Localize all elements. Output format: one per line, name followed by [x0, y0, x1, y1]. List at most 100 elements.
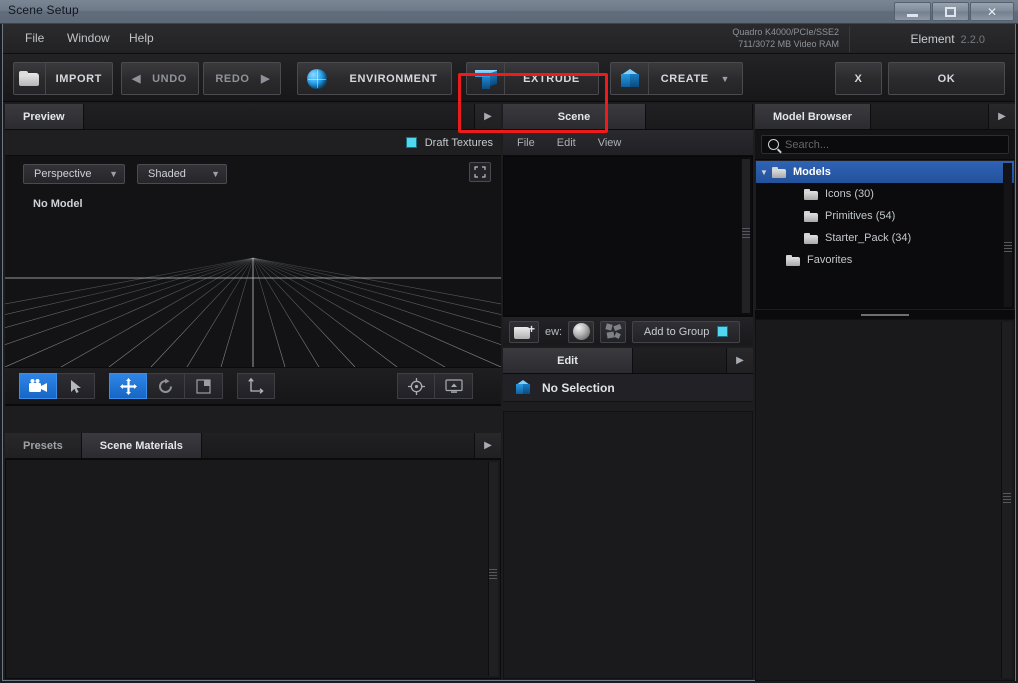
screen-tool-button[interactable] — [435, 373, 473, 399]
chevron-down-icon[interactable]: ▼ — [756, 168, 772, 177]
model-browser-scrollbar[interactable] — [1003, 163, 1012, 307]
expand-viewport-button[interactable] — [469, 162, 491, 182]
undo-button[interactable]: ◀ UNDO — [121, 62, 199, 95]
brand-version: 2.2.0 — [961, 34, 985, 46]
close-button[interactable]: ✕ — [970, 2, 1014, 21]
new-group-button[interactable] — [509, 321, 539, 343]
tab-presets[interactable]: Presets — [5, 433, 82, 458]
materials-tabbar-filler — [202, 433, 475, 458]
menu-window[interactable]: Window — [67, 31, 110, 45]
scene-tree[interactable] — [503, 156, 753, 316]
tab-scene-materials[interactable]: Scene Materials — [82, 433, 202, 458]
ok-button[interactable]: OK — [888, 62, 1005, 95]
select-tool-button[interactable] — [57, 373, 95, 399]
chevron-down-icon: ▼ — [720, 74, 742, 84]
preview-viewport[interactable]: Perspective ▼ Shaded ▼ No Model — [5, 156, 501, 368]
scene-tabbar: Scene — [503, 104, 753, 130]
tree-item-starter-pack[interactable]: Starter_Pack (34) — [756, 227, 1014, 249]
materials-scroll-grip[interactable] — [489, 569, 497, 579]
folder-icon — [14, 63, 46, 94]
preview-panel-menu-arrow[interactable]: ▶ — [475, 104, 501, 129]
cancel-button[interactable]: X — [835, 62, 882, 95]
maximize-button[interactable] — [932, 2, 969, 21]
move-tool-button[interactable] — [109, 373, 147, 399]
camera-tool-button[interactable] — [19, 373, 57, 399]
redo-label: REDO — [204, 73, 261, 85]
viewport-status-label: No Model — [33, 198, 83, 210]
brand-name: Element — [911, 32, 955, 46]
projection-value: Perspective — [34, 168, 91, 180]
model-browser-scroll-grip[interactable] — [1004, 242, 1012, 252]
folder-plus-icon — [514, 325, 534, 339]
tree-item-favorites[interactable]: Favorites — [756, 249, 1014, 271]
model-browser-thumbnails[interactable] — [755, 319, 1015, 681]
draft-textures-checkbox[interactable] — [406, 137, 417, 148]
menu-help[interactable]: Help — [129, 31, 154, 45]
redo-button[interactable]: REDO ▶ — [203, 62, 281, 95]
tree-item-models[interactable]: ▼ Models — [756, 161, 1014, 183]
tab-edit[interactable]: Edit — [503, 348, 633, 373]
search-input[interactable]: Search... — [761, 135, 1009, 154]
expand-icon — [474, 166, 486, 178]
folder-icon — [772, 167, 786, 178]
tree-item-primitives[interactable]: Primitives (54) — [756, 205, 1014, 227]
scene-menu-view[interactable]: View — [598, 137, 622, 149]
rotate-tool-button[interactable] — [147, 373, 185, 399]
arrow-left-icon: ◀ — [122, 72, 141, 85]
model-browser-tree[interactable]: ▼ Models Icons (30) Primitives (54) Star… — [755, 160, 1015, 310]
thumbnails-scroll-grip[interactable] — [1003, 493, 1011, 503]
minimize-button[interactable] — [894, 2, 931, 21]
viewport-view-group — [397, 373, 473, 399]
edit-selection-label: No Selection — [542, 381, 615, 395]
model-browser-splitter[interactable] — [755, 310, 1015, 319]
add-to-group-button[interactable]: Add to Group — [632, 321, 740, 343]
cube-icon — [515, 379, 532, 396]
monitor-icon — [445, 379, 463, 394]
gpu-vram: 711/3072 MB Video RAM — [732, 38, 839, 50]
tree-item-label: Starter_Pack (34) — [825, 232, 911, 244]
splitter-grip — [861, 314, 909, 316]
tab-preview[interactable]: Preview — [5, 104, 84, 129]
scale-tool-button[interactable] — [185, 373, 223, 399]
chevron-down-icon: ▼ — [93, 169, 118, 179]
scene-menu-edit[interactable]: Edit — [557, 137, 576, 149]
menu-file[interactable]: File — [25, 31, 44, 45]
menu-bar: File Window Help Quadro K4000/PCIe/SSE2 … — [3, 24, 1015, 54]
axis-tool-button[interactable] — [237, 373, 275, 399]
projection-dropdown[interactable]: Perspective ▼ — [23, 164, 125, 184]
tab-model-browser[interactable]: Model Browser — [755, 104, 871, 129]
scene-scroll-grip[interactable] — [742, 228, 750, 238]
focus-tool-button[interactable] — [397, 373, 435, 399]
viewport-mode-group — [19, 373, 95, 399]
scene-menu-file[interactable]: File — [517, 137, 535, 149]
import-label: IMPORT — [46, 73, 112, 85]
edit-panel-menu-arrow[interactable]: ▶ — [727, 348, 753, 373]
add-to-group-label: Add to Group — [644, 326, 709, 338]
materials-panel-menu-arrow[interactable]: ▶ — [475, 433, 501, 458]
extrude-button[interactable]: EXTRUDE — [466, 62, 599, 95]
add-to-group-swatch[interactable] — [717, 326, 728, 337]
tree-item-icons[interactable]: Icons (30) — [756, 183, 1014, 205]
edit-properties-area[interactable] — [503, 411, 753, 679]
preview-shards-button[interactable] — [600, 321, 626, 343]
cube-icon — [611, 63, 649, 94]
create-button[interactable]: CREATE ▼ — [610, 62, 743, 95]
arrow-right-icon: ▶ — [261, 72, 280, 85]
environment-button[interactable]: ENVIRONMENT — [297, 62, 452, 95]
tree-item-label: Primitives (54) — [825, 210, 895, 222]
scene-bottom-bar: ew: Add to Group — [503, 316, 753, 346]
undo-label: UNDO — [141, 73, 198, 85]
scale-icon — [196, 379, 211, 394]
model-browser-menu-arrow[interactable]: ▶ — [989, 104, 1015, 129]
viewport-axis-group — [237, 373, 275, 399]
environment-label: ENVIRONMENT — [336, 73, 451, 85]
window-title: Scene Setup — [8, 3, 79, 17]
chevron-down-icon: ▼ — [195, 169, 220, 179]
shading-dropdown[interactable]: Shaded ▼ — [137, 164, 227, 184]
tab-scene[interactable]: Scene — [503, 104, 646, 129]
materials-list[interactable] — [5, 459, 501, 679]
import-button[interactable]: IMPORT — [13, 62, 113, 95]
perspective-grid — [5, 257, 501, 367]
preview-sphere-button[interactable] — [568, 321, 594, 343]
search-placeholder: Search... — [785, 139, 829, 151]
